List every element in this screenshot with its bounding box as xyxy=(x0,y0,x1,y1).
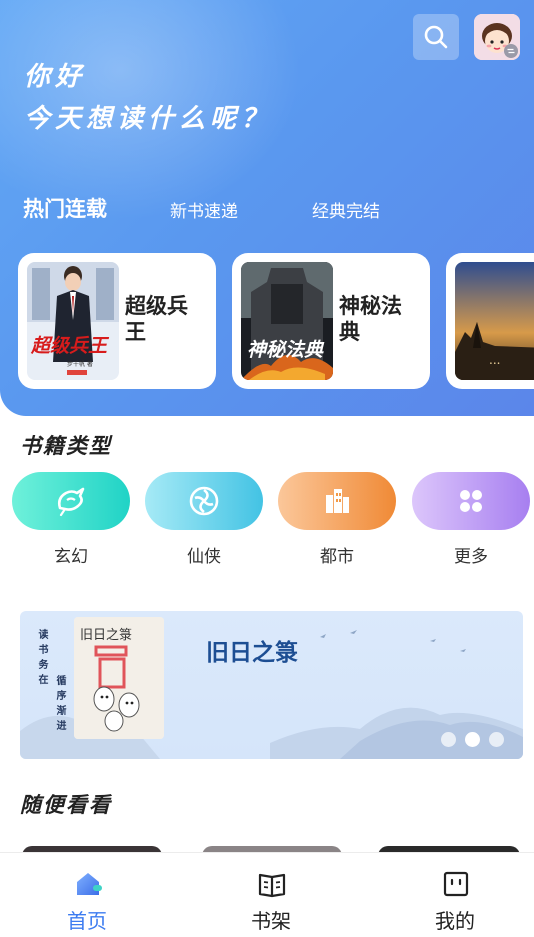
search-button[interactable] xyxy=(413,14,459,60)
cover-title: 神秘法典 xyxy=(247,339,325,361)
swirl-icon xyxy=(189,486,219,516)
featured-book-card[interactable]: 神秘法典 神秘法典 xyxy=(232,253,430,389)
avatar-image xyxy=(474,14,520,60)
banner-side-text-right: 循序渐进 xyxy=(54,675,65,735)
featured-book-card[interactable]: ... xyxy=(446,253,534,389)
dragon-icon xyxy=(57,487,85,517)
hero-header: 你好 今天想读什么呢？ 热门连载 新书速递 经典完结 超级兵王 步千帆 著 超级… xyxy=(0,0,534,416)
grid-icon xyxy=(460,490,482,512)
greeting-text: 你好 xyxy=(24,62,87,92)
carousel-dot-active[interactable] xyxy=(465,732,480,747)
prompt-text: 今天想读什么呢？ xyxy=(24,104,273,134)
nav-bookshelf-label: 书架 xyxy=(251,909,291,933)
tab-hot-serial[interactable]: 热门连载 xyxy=(23,193,107,223)
category-label-more: 更多 xyxy=(454,547,488,567)
category-more[interactable] xyxy=(412,472,530,530)
carousel-dot[interactable] xyxy=(489,732,504,747)
profile-icon xyxy=(443,871,469,897)
tab-new-books[interactable]: 新书速递 xyxy=(170,197,238,222)
cover-title: ... xyxy=(489,353,500,367)
category-xianxia[interactable] xyxy=(145,472,263,530)
nav-home[interactable]: 首页 xyxy=(27,853,147,937)
category-label-fantasy: 玄幻 xyxy=(54,547,88,567)
bottom-navigation: 首页 书架 我的 xyxy=(0,852,534,937)
nav-profile[interactable]: 我的 xyxy=(395,853,515,937)
book-title: 超级兵王 xyxy=(125,294,188,344)
home-icon xyxy=(77,873,102,895)
category-label-xianxia: 仙侠 xyxy=(187,547,221,567)
category-urban[interactable] xyxy=(278,472,396,530)
categories-title: 书籍类型 xyxy=(20,434,112,458)
nav-bookshelf[interactable]: 书架 xyxy=(211,853,331,937)
avatar[interactable] xyxy=(474,14,520,60)
banner-side-text-left: 读书务在 xyxy=(36,629,47,689)
banner-book-cover: 旧日之箓 xyxy=(74,617,164,739)
banner-cover-title: 旧日之箓 xyxy=(80,628,132,643)
featured-book-card[interactable]: 超级兵王 步千帆 著 超级兵王 xyxy=(18,253,216,389)
nav-profile-label: 我的 xyxy=(435,909,475,933)
cover-title: 超级兵王 xyxy=(30,335,110,357)
book-title: 神秘法典 xyxy=(339,294,402,344)
search-icon xyxy=(424,25,448,49)
random-section-title: 随便看看 xyxy=(20,793,112,817)
buildings-icon xyxy=(326,489,349,513)
banner-title: 旧日之箓 xyxy=(206,639,298,666)
carousel-dot[interactable] xyxy=(441,732,456,747)
book-cover: ... xyxy=(455,262,534,380)
category-label-urban: 都市 xyxy=(320,547,354,567)
promo-banner[interactable]: 读书务在 循序渐进 旧日之箓 旧日之箓 xyxy=(20,611,523,759)
cover-author: 步千帆 著 xyxy=(67,360,93,368)
category-fantasy[interactable] xyxy=(12,472,130,530)
nav-home-label: 首页 xyxy=(67,909,107,933)
bookshelf-icon xyxy=(258,873,286,898)
book-cover: 超级兵王 步千帆 著 xyxy=(27,262,119,380)
home-screen: 你好 今天想读什么呢？ 热门连载 新书速递 经典完结 超级兵王 步千帆 著 超级… xyxy=(0,0,534,937)
book-tabs: 热门连载 新书速递 经典完结 xyxy=(0,193,534,225)
tab-classic-finished[interactable]: 经典完结 xyxy=(312,197,380,222)
book-cover: 神秘法典 xyxy=(241,262,333,380)
